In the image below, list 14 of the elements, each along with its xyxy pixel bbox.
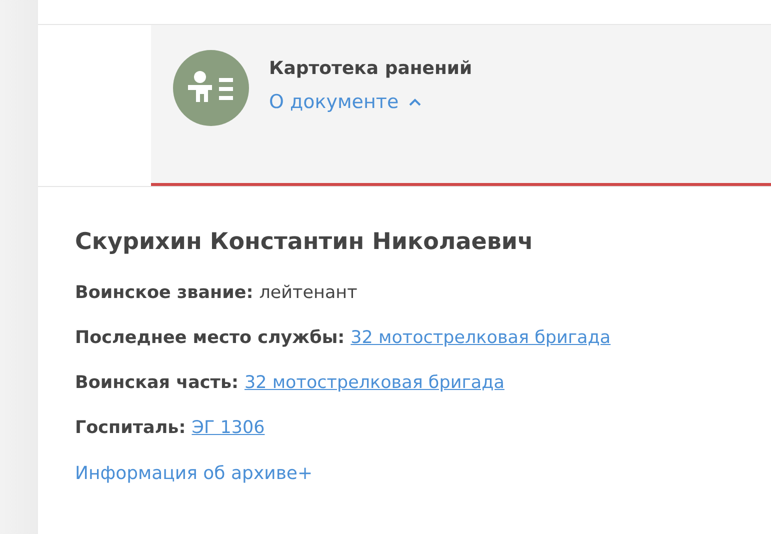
person-list-icon [173,50,249,126]
archive-info-link[interactable]: Информация об архиве+ [75,463,771,484]
field-value: лейтенант [259,283,358,303]
field-label: Госпиталь: [75,418,186,438]
field-link[interactable]: 32 мотострелковая бригада [350,328,611,348]
chevron-icon [408,98,421,106]
field-label: Воинская часть: [75,373,239,393]
person-name: Скурихин Константин Николаевич [75,229,534,255]
document-title: Картотека ранений [269,58,472,79]
field-label: Воинское звание: [75,283,254,303]
about-document-link[interactable]: О документе [269,91,472,113]
field-label: Последнее место службы: [75,328,345,348]
field-link[interactable]: ЭГ 1306 [192,418,265,438]
field-link[interactable]: 32 мотострелковая бригада [244,373,504,393]
